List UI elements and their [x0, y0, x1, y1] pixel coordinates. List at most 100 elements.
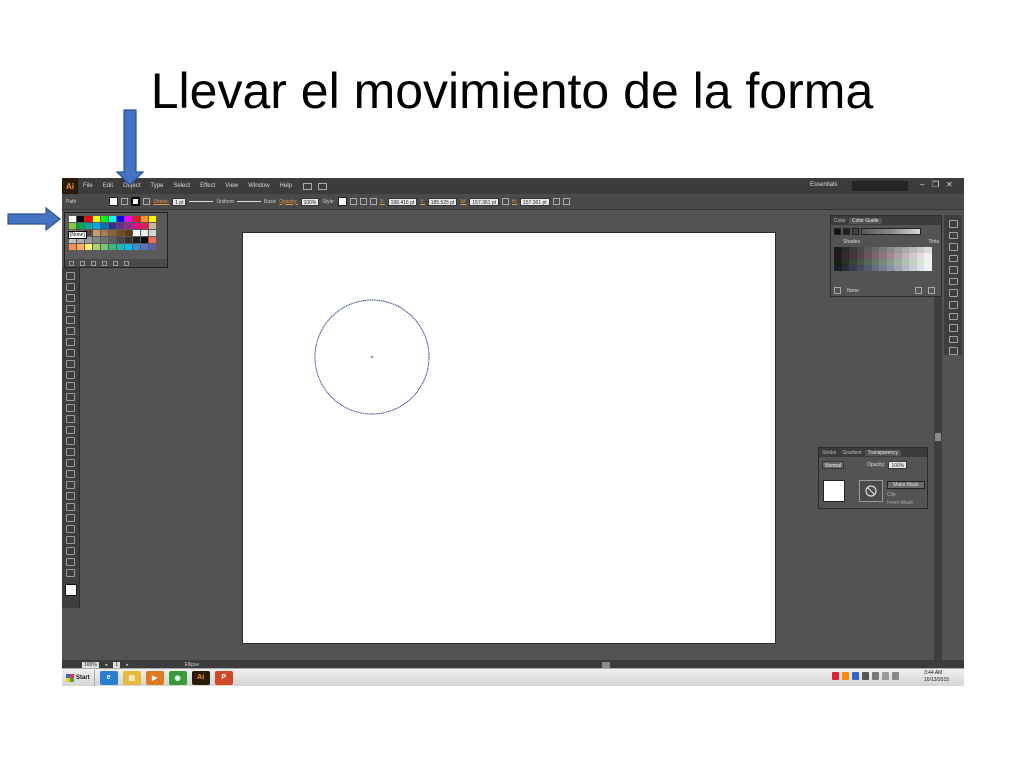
swatch-chip[interactable]: [101, 216, 108, 222]
harmony-chip-2[interactable]: [852, 228, 859, 235]
width-field[interactable]: 157.361 pt: [469, 197, 500, 206]
color-variation-cell[interactable]: [871, 265, 879, 271]
tray-icon-3[interactable]: [852, 672, 859, 680]
volume-icon[interactable]: [892, 672, 899, 680]
w-label[interactable]: W:: [460, 199, 466, 205]
swatch-chip[interactable]: [141, 230, 148, 236]
network-icon[interactable]: [882, 672, 889, 680]
swatch-chip[interactable]: [141, 216, 148, 222]
swatch-chip[interactable]: [77, 216, 84, 222]
stroke-panel-link[interactable]: Stroke:: [153, 199, 169, 205]
blob-brush-tool-icon[interactable]: [66, 382, 75, 390]
menu-file[interactable]: File: [78, 183, 98, 189]
column-graph-tool-icon[interactable]: [66, 525, 75, 533]
swatch-chip[interactable]: [125, 216, 132, 222]
taskbar-folder-icon[interactable]: ▤: [122, 670, 141, 685]
swatch-chip[interactable]: [149, 223, 156, 229]
mask-thumbnail[interactable]: [859, 480, 883, 502]
zoom-tool-icon[interactable]: [66, 569, 75, 577]
workspace-switcher[interactable]: Essentials: [810, 182, 837, 188]
fill-swatch[interactable]: [109, 197, 119, 206]
transparency-opacity-field[interactable]: 100%: [888, 461, 908, 469]
shape-builder-tool-icon[interactable]: [66, 448, 75, 456]
color-variation-cell[interactable]: [849, 265, 857, 271]
bridge-icon[interactable]: [302, 182, 312, 190]
swatch-chip[interactable]: [125, 244, 132, 250]
eraser-tool-icon[interactable]: [66, 393, 75, 401]
tab-gradient[interactable]: Gradient: [839, 450, 864, 456]
swatch-chip[interactable]: [133, 237, 140, 243]
transparency-icon[interactable]: [948, 301, 958, 309]
limit-swatch-icon[interactable]: [834, 287, 841, 294]
menu-window[interactable]: Window: [243, 183, 274, 189]
tab-transparency[interactable]: Transparency: [864, 449, 902, 456]
align-icon[interactable]: [359, 198, 367, 205]
stroke-icon[interactable]: [948, 277, 958, 286]
new-color-group-icon[interactable]: [102, 260, 107, 266]
width-tool-icon[interactable]: [66, 426, 75, 434]
blend-tool-icon[interactable]: [66, 503, 75, 511]
system-clock[interactable]: 3:44 AM 10/13/2015: [924, 670, 949, 684]
swatch-chip[interactable]: [125, 237, 132, 243]
stroke-swatch[interactable]: [131, 197, 141, 206]
tray-icon-1[interactable]: [832, 672, 839, 680]
swatch-chip[interactable]: [109, 244, 116, 250]
ellipse-center-point[interactable]: [371, 356, 373, 358]
artboards-icon[interactable]: [948, 347, 958, 355]
h-label[interactable]: H:: [512, 199, 517, 205]
taskbar-chrome-icon[interactable]: ◉: [168, 670, 187, 685]
minimize-button[interactable]: –: [920, 180, 924, 189]
swatch-chip[interactable]: [133, 216, 140, 222]
eyedropper-tool-icon[interactable]: [66, 492, 75, 500]
swatch-chip[interactable]: [69, 216, 76, 222]
swatch-chip[interactable]: [117, 216, 124, 222]
swatch-chip[interactable]: [141, 237, 148, 243]
swatch-chip[interactable]: [133, 230, 140, 236]
ellipse-tool-icon[interactable]: [66, 349, 75, 357]
x-label[interactable]: X:: [380, 199, 385, 205]
swatch-chip[interactable]: [77, 223, 84, 229]
swatch-chip[interactable]: [69, 223, 76, 229]
color-variation-cell[interactable]: [856, 265, 864, 271]
layers-icon[interactable]: [948, 335, 958, 344]
tab-stroke[interactable]: Stroke: [819, 450, 839, 456]
swatch-chip[interactable]: [101, 223, 108, 229]
color-variation-cell[interactable]: [916, 265, 924, 271]
y-label[interactable]: Y:: [420, 199, 424, 205]
color-panel-icon[interactable]: [948, 220, 958, 228]
mesh-tool-icon[interactable]: [66, 470, 75, 478]
color-variation-cell[interactable]: [841, 265, 849, 271]
swatch-chip[interactable]: [93, 237, 100, 243]
transform-icon[interactable]: [552, 198, 560, 205]
tray-icon-2[interactable]: [842, 672, 849, 680]
close-button[interactable]: ✕: [946, 180, 953, 189]
appearance-icon[interactable]: [948, 312, 958, 321]
vertical-scroll-thumb[interactable]: [935, 433, 941, 441]
color-variation-cell[interactable]: [879, 265, 887, 271]
brushes-icon[interactable]: [948, 254, 958, 263]
style-swatch[interactable]: [337, 197, 347, 206]
magic-wand-tool-icon[interactable]: [66, 294, 75, 302]
edit-colors-icon[interactable]: [914, 287, 922, 294]
swatch-options-icon[interactable]: [91, 260, 96, 266]
tab-color[interactable]: Color: [831, 218, 849, 224]
swatch-chip[interactable]: [109, 216, 116, 222]
menu-help[interactable]: Help: [275, 183, 297, 189]
swatch-chip[interactable]: [93, 216, 100, 222]
swatch-chip[interactable]: [149, 216, 156, 222]
color-variation-cell[interactable]: [834, 265, 842, 271]
swatch-chip[interactable]: [101, 237, 108, 243]
delete-swatch-icon[interactable]: [124, 260, 129, 266]
swatch-chip[interactable]: [133, 244, 140, 250]
artboard[interactable]: [242, 232, 776, 644]
color-variation-cell[interactable]: [901, 265, 909, 271]
swatch-chip[interactable]: [93, 223, 100, 229]
tray-icon-4[interactable]: [862, 672, 869, 680]
start-button[interactable]: Start: [62, 669, 95, 686]
swatch-chip[interactable]: [85, 216, 92, 222]
save-group-icon[interactable]: [927, 287, 935, 294]
opacity-panel-link[interactable]: Opacity:: [279, 199, 297, 205]
swatch-chip[interactable]: [93, 244, 100, 250]
swatch-library-icon[interactable]: [69, 260, 74, 266]
artboard-tool-icon[interactable]: [66, 536, 75, 544]
